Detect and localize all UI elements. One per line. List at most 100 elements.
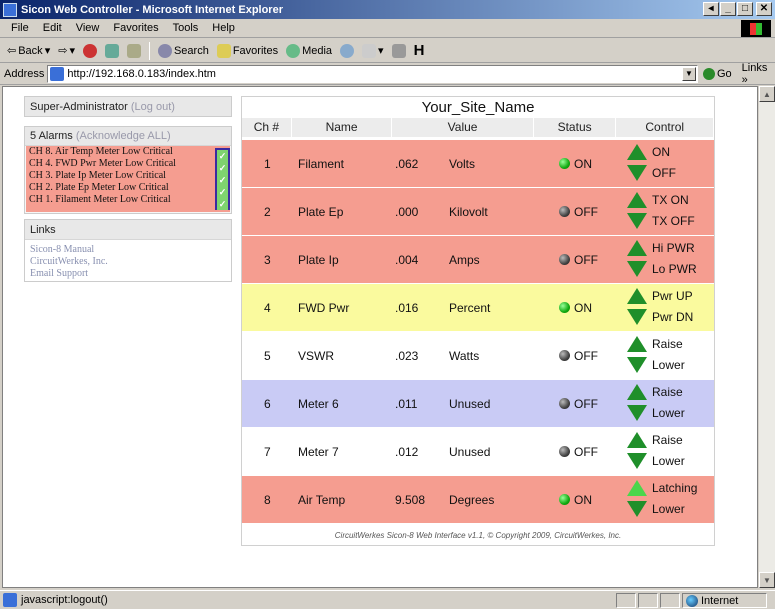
control-up[interactable]: Raise — [627, 335, 685, 353]
scroll-down-button[interactable]: ▼ — [759, 572, 775, 588]
channel-number: 6 — [264, 396, 271, 411]
page-icon — [50, 66, 65, 81]
favorites-button[interactable]: Favorites — [214, 41, 281, 61]
media-button[interactable]: Media — [283, 41, 335, 61]
down-arrow-icon[interactable] — [627, 309, 647, 325]
table-row: 3 Plate Ip .004 Amps OFF Hi PWR Lo PWR — [242, 236, 714, 283]
alarm-ack-checkbox[interactable]: ✓ — [217, 150, 228, 162]
channel-unit: Degrees — [449, 492, 495, 507]
control-down-label: Lower — [652, 358, 685, 372]
control-up[interactable]: Raise — [627, 431, 685, 449]
h-button[interactable]: H — [411, 41, 428, 61]
minimize-button[interactable]: _ — [720, 2, 736, 16]
alarm-item: CH 1. Filament Meter Low Critical — [29, 194, 171, 205]
address-dropdown-button[interactable]: ▼ — [681, 66, 696, 81]
menu-view[interactable]: View — [69, 22, 107, 34]
scroll-up-button[interactable]: ▲ — [759, 86, 775, 102]
search-icon — [157, 43, 172, 58]
channel-unit: Percent — [449, 300, 491, 315]
go-button[interactable]: Go — [702, 67, 732, 80]
link-manual[interactable]: Sicon-8 Manual — [25, 244, 231, 256]
control-down[interactable]: OFF — [627, 164, 676, 182]
up-arrow-icon[interactable] — [627, 192, 647, 208]
chevron-down-icon: ▾ — [69, 45, 75, 57]
control-down[interactable]: TX OFF — [627, 212, 695, 230]
maximize-button[interactable]: □ — [737, 2, 753, 16]
down-arrow-icon[interactable] — [627, 405, 647, 421]
vertical-scrollbar[interactable]: ▲ ▼ — [758, 86, 775, 588]
zone-label: Internet — [701, 594, 739, 607]
menu-help[interactable]: Help — [205, 22, 242, 34]
control-down[interactable]: Lower — [627, 452, 685, 470]
down-arrow-icon[interactable] — [627, 357, 647, 373]
alarm-ack-checkbox[interactable]: ✓ — [217, 174, 228, 186]
control-up[interactable]: TX ON — [627, 191, 695, 209]
control-up[interactable]: Hi PWR — [627, 239, 697, 257]
mail-button[interactable]: ▾ — [359, 41, 387, 61]
address-bar: Address http://192.168.0.183/index.htm ▼… — [0, 62, 775, 86]
control-up[interactable]: Raise — [627, 383, 685, 401]
control-up[interactable]: Latching — [627, 479, 697, 497]
home-button[interactable] — [124, 41, 144, 61]
control-down[interactable]: Lo PWR — [627, 260, 697, 278]
control-down[interactable]: Lower — [627, 500, 697, 518]
acknowledge-all-link[interactable]: (Acknowledge ALL) — [76, 130, 171, 142]
menu-edit[interactable]: Edit — [36, 22, 69, 34]
control-up[interactable]: ON — [627, 143, 676, 161]
down-arrow-icon[interactable] — [627, 453, 647, 469]
control-up[interactable]: Pwr UP — [627, 287, 693, 305]
stop-icon — [82, 43, 97, 58]
address-url: http://192.168.0.183/index.htm — [67, 67, 216, 80]
control-up-label: ON — [652, 145, 670, 159]
history-button[interactable] — [337, 41, 357, 61]
channel-value: .012 — [395, 444, 419, 459]
menu-file[interactable]: File — [4, 22, 36, 34]
menu-tools[interactable]: Tools — [166, 22, 206, 34]
control-down[interactable]: Lower — [627, 356, 685, 374]
links-button[interactable]: Links » — [742, 62, 775, 86]
down-arrow-icon[interactable] — [627, 165, 647, 181]
link-email-support[interactable]: Email Support — [25, 268, 231, 280]
control-down-label: Lower — [652, 502, 685, 516]
up-arrow-icon[interactable] — [627, 144, 647, 160]
refresh-button[interactable] — [102, 41, 122, 61]
help-window-button[interactable]: ◂ — [703, 2, 719, 16]
link-circuitwerkes[interactable]: CircuitWerkes, Inc. — [25, 256, 231, 268]
stop-button[interactable] — [80, 41, 100, 61]
up-arrow-icon[interactable] — [627, 288, 647, 304]
search-button[interactable]: Search — [155, 41, 212, 61]
status-indicator: ON — [559, 493, 592, 507]
up-arrow-icon[interactable] — [627, 240, 647, 256]
address-input[interactable]: http://192.168.0.183/index.htm ▼ — [47, 64, 698, 83]
close-button[interactable]: ✕ — [756, 2, 772, 16]
control-up-label: Pwr UP — [652, 289, 693, 303]
alarm-list: CH 8. Air Temp Meter Low Critical CH 4. … — [26, 146, 230, 212]
control-down[interactable]: Lower — [627, 404, 685, 422]
table-row: 2 Plate Ep .000 Kilovolt OFF TX ON TX OFF — [242, 188, 714, 235]
up-arrow-icon[interactable] — [627, 384, 647, 400]
window-controls: ◂ _ □ ✕ — [703, 2, 772, 16]
print-button[interactable] — [389, 41, 409, 61]
alarm-ack-checkbox[interactable]: ✓ — [217, 162, 228, 174]
menu-favorites[interactable]: Favorites — [106, 22, 165, 34]
down-arrow-icon[interactable] — [627, 501, 647, 517]
control-down-label: OFF — [652, 166, 676, 180]
alarm-ack-checkbox[interactable]: ✓ — [217, 198, 228, 210]
channel-unit: Unused — [449, 396, 491, 411]
down-arrow-icon[interactable] — [627, 261, 647, 277]
table-header: Ch # Name Value Status Control — [242, 118, 715, 137]
channel-number: 5 — [264, 348, 271, 363]
alarms-header: 5 Alarms (Acknowledge ALL) — [25, 127, 231, 146]
channel-value: .004 — [395, 252, 419, 267]
up-arrow-icon[interactable] — [627, 336, 647, 352]
forward-button[interactable]: ⇨ ▾ — [55, 41, 78, 61]
logout-link[interactable]: (Log out) — [131, 101, 175, 113]
up-arrow-icon[interactable] — [627, 480, 647, 496]
down-arrow-icon[interactable] — [627, 213, 647, 229]
globe-icon — [686, 594, 698, 607]
back-button[interactable]: ⇦ Back ▾ — [4, 41, 53, 61]
up-arrow-icon[interactable] — [627, 432, 647, 448]
control-down[interactable]: Pwr DN — [627, 308, 693, 326]
channel-unit: Unused — [449, 444, 491, 459]
alarm-ack-checkbox[interactable]: ✓ — [217, 186, 228, 198]
